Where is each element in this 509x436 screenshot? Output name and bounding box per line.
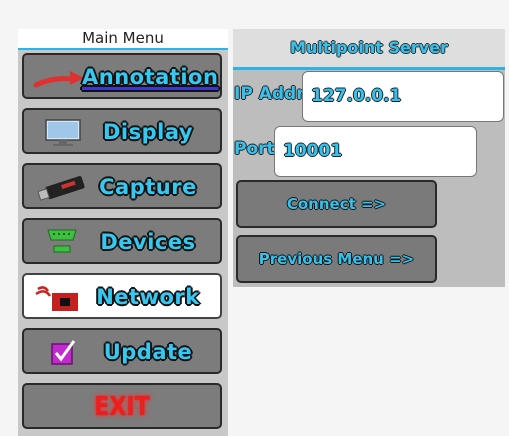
menu-item-annotation-label: Annotation: [82, 65, 219, 89]
menu-item-network-label: Network: [96, 285, 200, 309]
main-menu-panel: Main Menu Annotation Display Capture Dev…: [18, 29, 228, 436]
menu-item-display[interactable]: Display: [22, 108, 222, 154]
menu-item-update-label: Update: [103, 340, 193, 364]
menu-item-network[interactable]: Network: [22, 273, 222, 319]
port-label: Port: [234, 139, 275, 159]
port-field[interactable]: 10001: [274, 126, 477, 177]
connect-button[interactable]: Connect =>: [236, 180, 437, 228]
menu-item-capture-label: Capture: [99, 175, 197, 199]
menu-item-update[interactable]: Update: [22, 328, 222, 374]
previous-menu-button[interactable]: Previous Menu =>: [236, 235, 437, 283]
multipoint-server-panel: Multipoint Server IP Addr 127.0.0.1 Port…: [233, 29, 505, 287]
menu-item-capture[interactable]: Capture: [22, 163, 222, 209]
menu-item-annotation[interactable]: Annotation: [22, 53, 222, 99]
server-panel-title: Multipoint Server: [233, 29, 505, 70]
main-menu-title: Main Menu: [18, 29, 228, 50]
menu-item-display-label: Display: [102, 120, 194, 144]
menu-item-devices[interactable]: Devices: [22, 218, 222, 264]
ip-addr-field[interactable]: 127.0.0.1: [302, 71, 504, 122]
menu-item-devices-label: Devices: [100, 230, 196, 254]
ip-addr-label: IP Addr: [234, 84, 305, 104]
exit-label: EXIT: [94, 392, 150, 422]
exit-button[interactable]: EXIT: [22, 383, 222, 429]
